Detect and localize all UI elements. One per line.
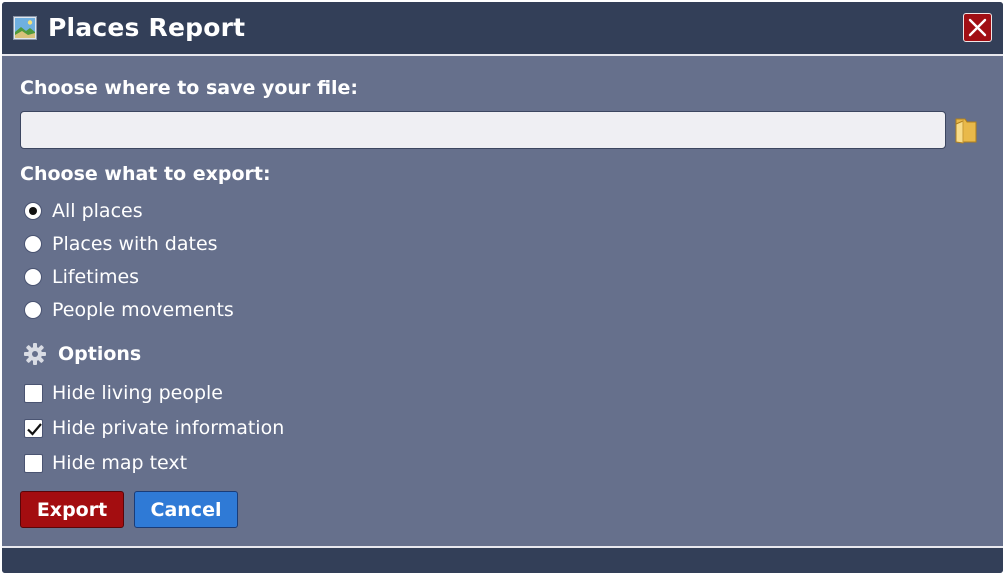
radio-button[interactable] — [24, 301, 42, 319]
radio-button[interactable] — [24, 268, 42, 286]
options-heading: Options — [58, 343, 142, 365]
close-button[interactable] — [963, 13, 992, 42]
map-picture-icon — [13, 16, 37, 40]
radio-label: People movements — [52, 299, 234, 321]
checkbox-hide-map-text[interactable]: Hide map text — [24, 449, 187, 477]
checkmark-icon — [27, 422, 42, 436]
cancel-button[interactable]: Cancel — [134, 491, 238, 528]
export-button[interactable]: Export — [20, 491, 124, 528]
radio-button[interactable] — [24, 202, 42, 220]
close-icon — [968, 18, 987, 37]
radio-label: Lifetimes — [52, 266, 140, 288]
places-report-dialog: Places Report Choose where to save your … — [2, 2, 1003, 573]
gear-icon — [24, 343, 46, 365]
checkbox-label: Hide map text — [52, 452, 188, 474]
radio-places-with-dates[interactable]: Places with dates — [24, 230, 218, 258]
title-bar: Places Report — [2, 2, 1003, 56]
file-path-input[interactable] — [20, 111, 946, 149]
export-choice-label: Choose what to export: — [20, 163, 271, 185]
dialog-title: Places Report — [48, 13, 246, 42]
checkbox[interactable] — [24, 453, 43, 473]
options-section-header: Options — [24, 340, 141, 368]
checkbox-label: Hide living people — [52, 382, 223, 404]
folder-icon[interactable] — [953, 115, 979, 145]
checkbox-label: Hide private information — [52, 417, 285, 439]
radio-button[interactable] — [24, 235, 42, 253]
checkbox[interactable] — [24, 383, 43, 403]
bottom-bar — [2, 546, 1003, 573]
radio-label: Places with dates — [52, 233, 218, 255]
checkbox-hide-private-information[interactable]: Hide private information — [24, 414, 284, 442]
file-location-label: Choose where to save your file: — [20, 77, 359, 99]
radio-lifetimes[interactable]: Lifetimes — [24, 263, 139, 291]
radio-label: All places — [52, 200, 143, 222]
checkbox-hide-living-people[interactable]: Hide living people — [24, 379, 223, 407]
checkbox[interactable] — [24, 418, 43, 438]
radio-people-movements[interactable]: People movements — [24, 296, 234, 324]
radio-all-places[interactable]: All places — [24, 197, 143, 225]
